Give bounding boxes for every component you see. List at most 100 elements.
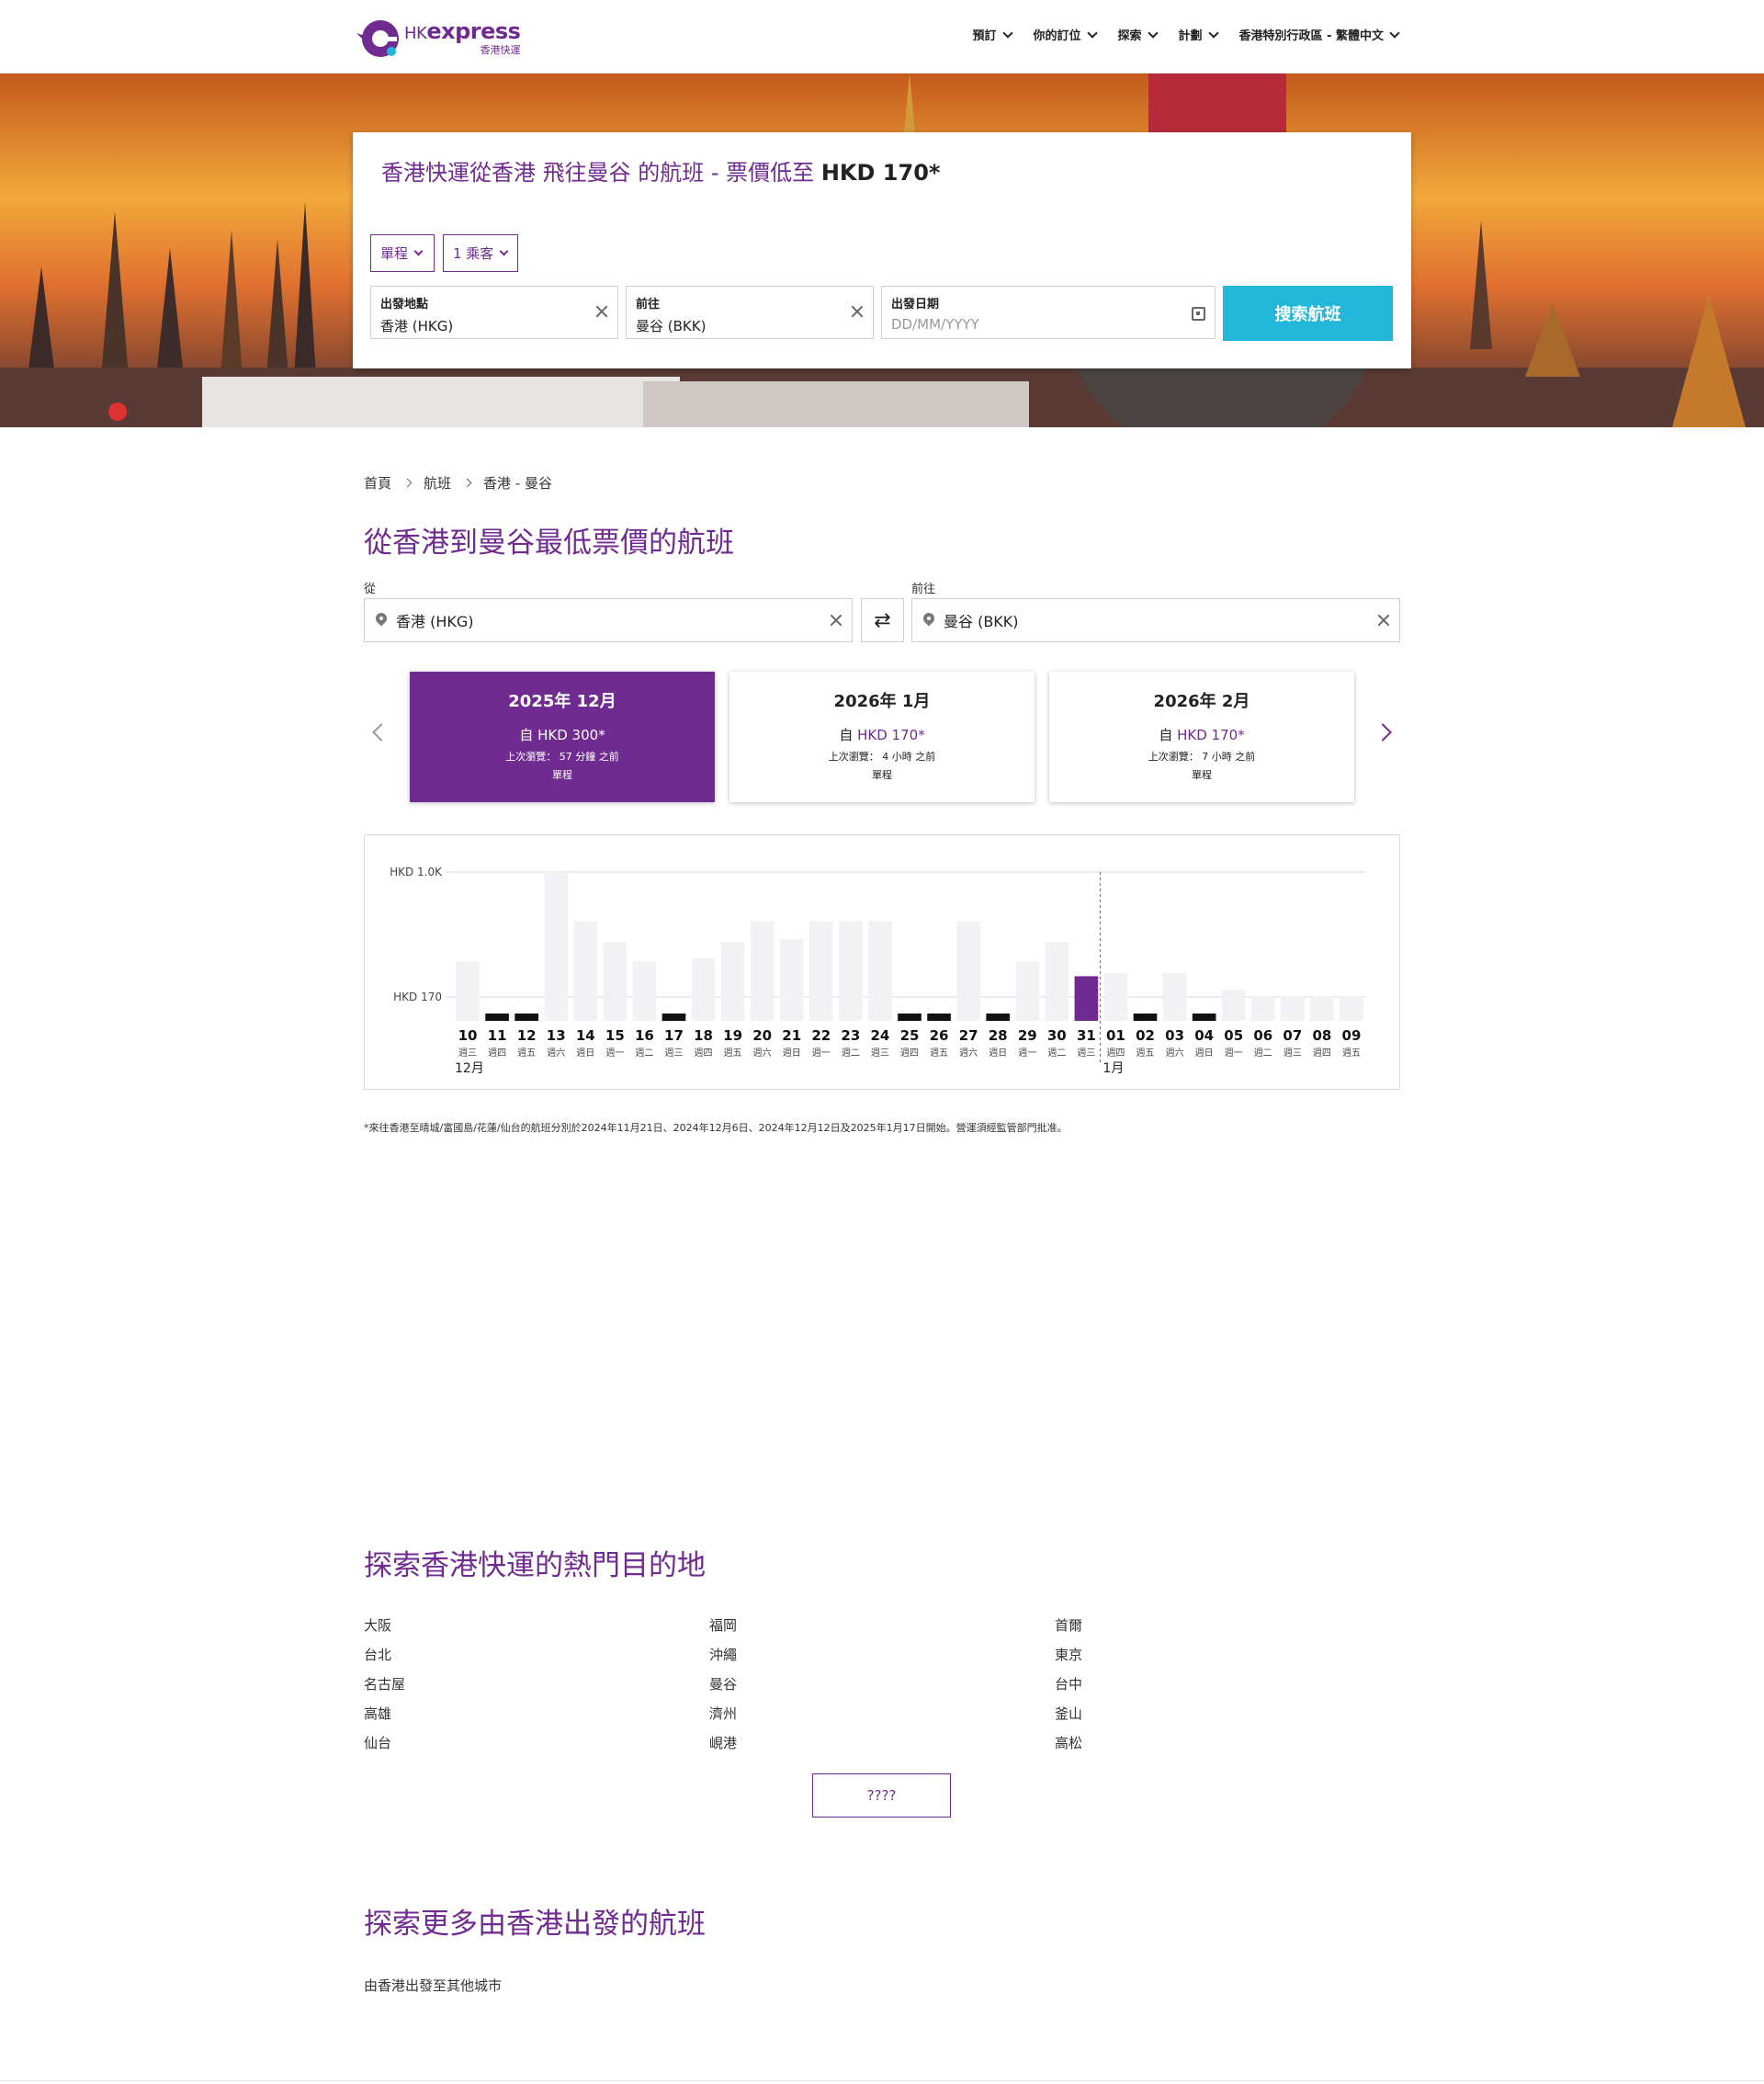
destination-link[interactable]: 高雄 [364, 1704, 391, 1723]
fare-bar[interactable] [779, 938, 804, 1021]
passenger-dropdown[interactable]: 1 乘客 [443, 234, 518, 272]
day-tick-label: 07 [1283, 1027, 1302, 1044]
fare-bar[interactable] [1045, 942, 1069, 1021]
fare-bar-available[interactable] [898, 1014, 922, 1021]
destination-link[interactable]: 仙台 [364, 1733, 391, 1752]
nav-item-2[interactable]: 探索 [1118, 26, 1159, 43]
day-tick-label: 19 [723, 1027, 742, 1044]
fare-bar-available[interactable] [927, 1014, 951, 1021]
nav-item-1[interactable]: 你的訂位 [1033, 26, 1098, 43]
breadcrumb-item: 香港 - 曼谷 [483, 475, 552, 492]
breadcrumb-item[interactable]: 航班 [424, 473, 451, 493]
origin-value: 香港 (HKG) [380, 318, 454, 334]
brand-logo[interactable]: HKexpress 香港快運 [355, 15, 521, 61]
fare-bar[interactable] [573, 921, 598, 1021]
next-month-arrow-icon[interactable] [1374, 723, 1392, 742]
nav-item-label: 你的訂位 [1033, 29, 1081, 43]
chevron-down-icon [1207, 27, 1219, 39]
destination-link[interactable]: 高松 [1055, 1733, 1082, 1752]
destination-link[interactable]: 大阪 [364, 1615, 391, 1635]
weekday-tick-label: 週五 [1136, 1048, 1155, 1059]
origin-field[interactable]: 出發地點 香港 (HKG) [370, 286, 618, 339]
day-tick-label: 27 [959, 1027, 978, 1044]
destination-field[interactable]: 前往 曼谷 (BKK) [626, 286, 874, 339]
fare-bar[interactable] [603, 942, 628, 1021]
page-title: 從香港到曼谷最低票價的航班 [364, 527, 734, 560]
destination-link[interactable]: 沖繩 [709, 1645, 737, 1664]
clear-from-icon[interactable] [830, 614, 842, 627]
month-tick-label: 1月 [1102, 1061, 1124, 1076]
main-nav: 預訂 你的訂位 探索 計劃 香港特別行政區 - 繁體中文 [972, 26, 1400, 43]
day-tick-label: 15 [605, 1027, 625, 1044]
day-tick-label: 26 [930, 1027, 949, 1044]
destination-link[interactable]: 台北 [364, 1645, 391, 1664]
destination-link[interactable]: 曼谷 [709, 1674, 737, 1693]
to-input[interactable]: 曼谷 (BKK) [911, 598, 1400, 642]
calendar-icon[interactable] [1192, 307, 1205, 321]
weekday-tick-label: 週二 [1047, 1048, 1066, 1059]
fare-bar[interactable] [632, 961, 657, 1021]
destination-link[interactable]: 釜山 [1055, 1704, 1082, 1723]
weekday-tick-label: 週三 [871, 1048, 889, 1059]
breadcrumb-item[interactable]: 首頁 [364, 473, 391, 493]
clear-to-icon[interactable] [1377, 614, 1390, 627]
nav-item-0[interactable]: 預訂 [972, 26, 1013, 43]
fare-bar[interactable] [1221, 989, 1246, 1021]
origin-label: 出發地點 [380, 298, 429, 311]
fare-bar[interactable] [544, 872, 569, 1021]
other-cities-link[interactable]: 由香港出發至其他城市 [364, 1976, 502, 1995]
day-tick-label: 21 [782, 1027, 801, 1044]
fare-bar[interactable] [750, 921, 775, 1021]
destination-link[interactable]: 首爾 [1055, 1615, 1082, 1635]
destination-link[interactable]: 台中 [1055, 1674, 1082, 1693]
fare-bar[interactable] [1310, 995, 1334, 1021]
nav-item-3[interactable]: 計劃 [1179, 26, 1219, 43]
fare-bar[interactable] [456, 961, 480, 1021]
fare-bar-available[interactable] [514, 1014, 538, 1021]
fare-bar[interactable] [956, 921, 980, 1021]
chevron-right-icon [402, 478, 413, 488]
fare-bar[interactable] [1015, 961, 1040, 1021]
nav-item-4[interactable]: 香港特別行政區 - 繁體中文 [1239, 26, 1400, 43]
destination-link[interactable]: 濟州 [709, 1704, 737, 1723]
to-value: 曼谷 (BKK) [944, 613, 1019, 630]
destination-link[interactable]: 名古屋 [364, 1674, 405, 1693]
from-label: 從 [364, 583, 377, 596]
clear-origin-icon[interactable] [595, 305, 608, 318]
month-card-price: 自 HKD 300* [519, 727, 605, 743]
fare-bar[interactable] [868, 921, 892, 1021]
fare-bar[interactable] [720, 942, 745, 1021]
month-card[interactable]: 2025年 12月自 HKD 300* 上次瀏覽： 57 分鐘 之前 單程 [410, 672, 715, 802]
from-input[interactable]: 香港 (HKG) [364, 598, 853, 642]
fare-bar[interactable] [1340, 995, 1363, 1021]
month-card[interactable]: 2026年 1月自 HKD 170* 上次瀏覽： 4 小時 之前 單程 [729, 672, 1035, 802]
trip-type-dropdown[interactable]: 單程 [370, 234, 435, 272]
show-more-button[interactable]: ???? [812, 1773, 951, 1818]
prev-month-arrow-icon[interactable] [372, 723, 390, 742]
fare-bar[interactable] [1281, 995, 1305, 1021]
destination-link[interactable]: 東京 [1055, 1645, 1082, 1664]
fare-bar[interactable] [1162, 973, 1187, 1021]
clear-destination-icon[interactable] [851, 305, 864, 318]
fare-bar[interactable] [691, 957, 716, 1021]
fare-bar[interactable] [1074, 976, 1099, 1021]
search-flights-button[interactable]: 搜索航班 [1223, 286, 1393, 341]
destination-link[interactable]: 峴港 [709, 1733, 737, 1752]
fare-bar[interactable] [1103, 973, 1128, 1021]
destination-link[interactable]: 福岡 [709, 1615, 737, 1635]
weekday-tick-label: 週二 [1254, 1048, 1272, 1059]
fare-bar-available[interactable] [662, 1014, 686, 1021]
fare-bar-available[interactable] [1192, 1014, 1216, 1021]
swap-route-button[interactable]: ⇄ [861, 598, 904, 642]
day-tick-label: 28 [989, 1027, 1008, 1044]
fare-bar-available[interactable] [1133, 1014, 1158, 1021]
fare-bar-available[interactable] [485, 1014, 509, 1021]
departure-date-field[interactable]: 出發日期 DD/MM/YYYY [881, 286, 1216, 339]
fare-bar[interactable] [839, 921, 863, 1021]
fare-bar[interactable] [1250, 995, 1275, 1021]
day-tick-label: 30 [1047, 1027, 1067, 1044]
fare-bar-available[interactable] [986, 1014, 1011, 1021]
fare-bar[interactable] [808, 921, 833, 1021]
month-card[interactable]: 2026年 2月自 HKD 170* 上次瀏覽： 7 小時 之前 單程 [1049, 672, 1354, 802]
chevron-down-icon [1001, 27, 1013, 39]
